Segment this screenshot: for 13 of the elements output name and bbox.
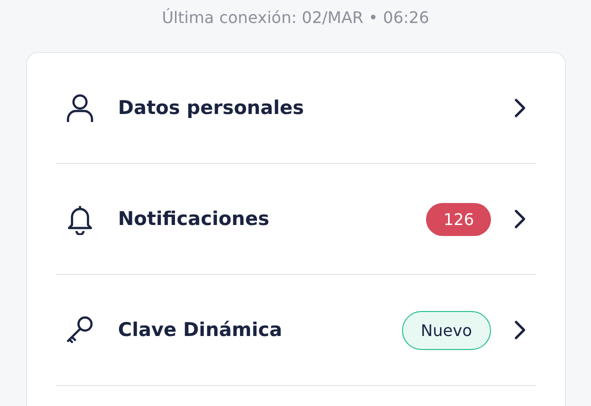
person-icon — [64, 92, 96, 124]
menu-item[interactable]: Datos personales — [56, 53, 536, 164]
menu-item-label: Datos personales — [118, 97, 305, 119]
last-connection-text: Última conexión: 02/MAR • 06:26 — [160, 7, 430, 29]
menu-item-label: Clave Dinámica — [118, 319, 284, 341]
notification-count-badge: 126 — [426, 202, 491, 236]
chevron-right-icon — [514, 320, 526, 340]
chevron-right-icon — [514, 209, 526, 229]
new-tag: Nuevo — [402, 310, 491, 350]
menu-item-label: Notificaciones — [118, 208, 270, 230]
chevron-right-icon — [514, 98, 526, 118]
menu-item[interactable]: Clave Dinámica Nuevo — [56, 275, 536, 386]
menu-item[interactable]: Notificaciones 126 — [56, 164, 536, 275]
